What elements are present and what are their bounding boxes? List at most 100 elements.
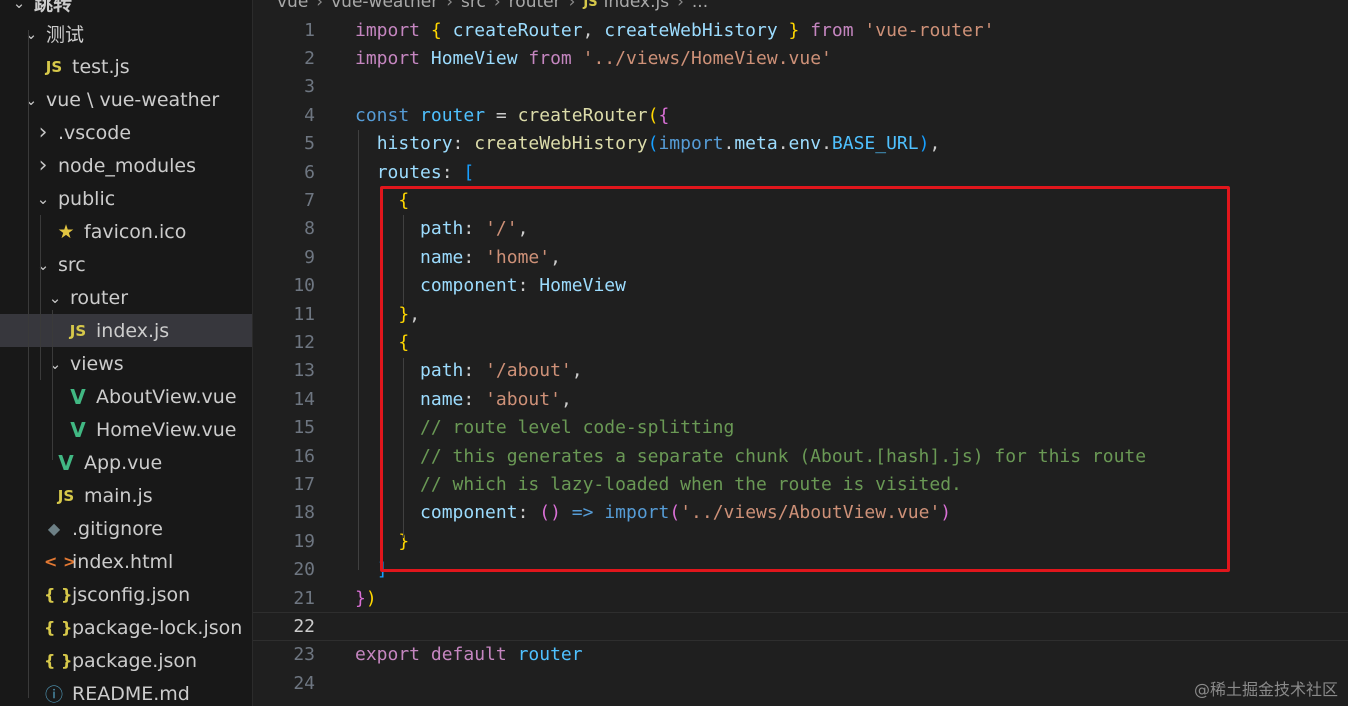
code-line[interactable]: 23 export default router [253, 641, 1348, 669]
code-token: ) [365, 587, 377, 609]
code-line[interactable]: 1 import { createRouter, createWebHistory… [253, 16, 1348, 44]
tree-item-index-html[interactable]: < > index.html [0, 545, 252, 578]
line-number: 13 [293, 360, 315, 382]
line-number: 10 [293, 275, 315, 297]
tree-item-src[interactable]: ⌄ src [0, 248, 252, 281]
tree-item-label: jsconfig.json [72, 583, 191, 606]
json-file-icon: { } [44, 585, 73, 604]
code-line[interactable]: 4 const router = createRouter({ [253, 101, 1348, 129]
line-number: 14 [293, 388, 315, 410]
tree-item-node-modules[interactable]: › node_modules [0, 149, 252, 182]
code-token: . [821, 133, 832, 155]
code-line[interactable]: 22 [253, 612, 1348, 641]
code-token: [ [463, 161, 475, 183]
chevron-down-icon: ⌄ [24, 24, 38, 43]
code-line[interactable]: 3 [253, 73, 1348, 101]
code-token: const [355, 104, 410, 126]
tree-item-label: index.js [96, 319, 170, 342]
line-number: 11 [293, 303, 315, 325]
code-line[interactable]: 2 import HomeView from '../views/HomeView… [253, 44, 1348, 72]
code-token: ( [647, 133, 659, 155]
tree-item-main-js[interactable]: JS main.js [0, 479, 252, 512]
tree-item-label: .vscode [58, 121, 132, 144]
code-token: '../views/HomeView.vue' [582, 48, 832, 70]
code-text: history: createWebHistory(import.meta.en… [355, 133, 941, 155]
tree-item-package-json[interactable]: { } package.json [0, 644, 252, 677]
tree-item-aboutview-vue[interactable]: V AboutView.vue [0, 380, 252, 413]
tree-item-label: 跳转 [34, 0, 73, 15]
line-number: 9 [304, 246, 315, 268]
code-line[interactable]: 21}) [253, 584, 1348, 612]
code-line[interactable]: 5 history: createWebHistory(import.meta.… [253, 130, 1348, 158]
git-file-icon: ◆ [47, 519, 61, 538]
javascript-file-icon: JS [45, 57, 63, 76]
tree-item-favicon-ico[interactable]: ★ favicon.ico [0, 215, 252, 248]
tree-item-label: public [58, 187, 116, 210]
tree-item-vscode[interactable]: › .vscode [0, 116, 252, 149]
code-token: export [355, 644, 421, 666]
tree-item-public[interactable]: ⌄ public [0, 182, 252, 215]
tree-item-label: App.vue [84, 451, 163, 474]
code-text: export default router [355, 644, 583, 665]
code-token: : [452, 133, 475, 155]
tree-item-index-js[interactable]: JS index.js [0, 314, 252, 347]
chevron-down-icon: ⌄ [24, 90, 38, 109]
line-number: 12 [293, 332, 315, 354]
chevron-down-icon: ⌄ [36, 255, 50, 274]
code-token: routes [376, 161, 442, 183]
html-file-icon: < > [44, 552, 77, 571]
tree-item-jsconfig-json[interactable]: { } jsconfig.json [0, 578, 252, 611]
red-highlight-box [380, 186, 1230, 572]
tree-item-homeview-vue[interactable]: V HomeView.vue [0, 413, 252, 446]
tree-item-test-js[interactable]: JS test.js [0, 50, 252, 83]
line-number: 20 [293, 559, 315, 581]
tree-item-gitignore[interactable]: ◆ .gitignore [0, 512, 252, 545]
line-number: 6 [304, 161, 315, 183]
tree-item-vue-vue-weather[interactable]: ⌄ vue \ vue-weather [0, 83, 252, 116]
tree-item-label: router [70, 286, 129, 309]
code-line[interactable]: 24 [253, 669, 1348, 697]
line-number: 17 [293, 474, 315, 496]
code-token: import [658, 133, 724, 155]
indent-guide [52, 310, 53, 460]
tree-item-label: HomeView.vue [96, 418, 237, 441]
tree-item-label: package-lock.json [72, 616, 243, 639]
indent-guide [40, 215, 41, 380]
tree-item-router[interactable]: ⌄ router [0, 281, 252, 314]
code-token: 'vue-router' [864, 19, 995, 41]
explorer-sidebar: ⌄ 跳转 ⌄ 测试 JS test.js ⌄ vue \ vue-weather › .vsc… [0, 0, 253, 706]
code-line[interactable]: 6 routes: [ [253, 158, 1348, 186]
code-text: }) [355, 588, 377, 609]
code-token: . [723, 133, 735, 155]
tree-item-label: main.js [84, 484, 153, 507]
code-token: createWebHistory [474, 133, 648, 155]
javascript-file-icon: JS [57, 486, 75, 505]
code-token: , [582, 19, 605, 41]
tree-item-app-vue[interactable]: V App.vue [0, 446, 252, 479]
code-token: meta [734, 133, 778, 155]
line-number: 18 [293, 502, 315, 524]
line-number: 5 [304, 133, 315, 155]
tree-item-views[interactable]: ⌄ views [0, 347, 252, 380]
tree-item-readme-md[interactable]: ⓘ README.md [0, 677, 252, 706]
indent-guide [28, 30, 29, 698]
tree-item-package-lock-json[interactable]: { } package-lock.json [0, 611, 252, 644]
chevron-down-icon: ⌄ [36, 189, 50, 208]
tree-item-label: views [70, 352, 124, 375]
code-text: import { createRouter, createWebHistory … [355, 20, 994, 41]
vue-file-icon: V [70, 417, 86, 442]
tree-item-label: src [58, 253, 86, 276]
info-icon: ⓘ [45, 684, 63, 706]
code-token: default [430, 644, 507, 666]
json-file-icon: { } [44, 651, 73, 670]
line-number: 1 [304, 19, 315, 41]
line-number: 24 [293, 672, 315, 694]
tree-item-[interactable]: ⌄ 测试 [0, 17, 252, 50]
